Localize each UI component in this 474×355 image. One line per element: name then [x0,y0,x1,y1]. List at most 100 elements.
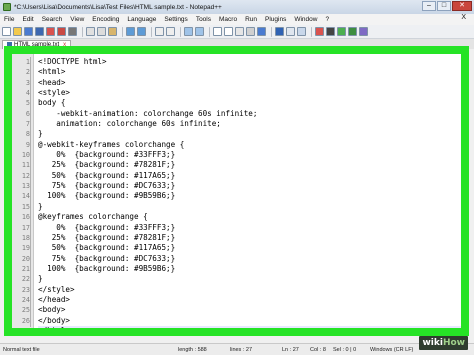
code-line[interactable]: <head> [38,78,461,88]
close-file-icon[interactable] [46,27,55,36]
code-line[interactable]: </html> [38,325,461,328]
run-macro-multiple-icon[interactable] [348,27,357,36]
menu-macro[interactable]: Macro [215,16,241,23]
code-line[interactable]: animation: colorchange 60s infinite; [38,119,461,129]
status-ln: Ln : 27 [282,347,299,353]
menu-help[interactable]: ? [321,16,333,23]
save-macro-icon[interactable] [359,27,368,36]
code-line[interactable]: </style> [38,285,461,295]
wikihow-watermark: wiki How [419,336,468,350]
toolbar-separator [311,26,312,37]
code-line[interactable]: 50% {background: #117A65;} [38,243,461,253]
menu-plugins[interactable]: Plugins [261,16,290,23]
toolbar [0,25,474,39]
close-all-icon[interactable] [57,27,66,36]
code-line[interactable]: 75% {background: #DC7633;} [38,181,461,191]
menu-edit[interactable]: Edit [18,16,37,23]
status-col: Col : 8 [310,347,326,353]
code-line[interactable]: } [38,274,461,284]
toolbar-separator [209,26,210,37]
sync-horizontal-icon[interactable] [224,27,233,36]
code-line[interactable]: @-webkit-keyframes colorchange { [38,140,461,150]
zoom-in-icon[interactable] [184,27,193,36]
window-controls: – □ ✕ [422,1,472,11]
save-icon[interactable] [24,27,33,36]
record-macro-icon[interactable] [315,27,324,36]
notepadpp-app-icon [3,3,11,11]
sync-vertical-icon[interactable] [213,27,222,36]
code-line[interactable]: -webkit-animation: colorchange 60s infin… [38,109,461,119]
code-line[interactable]: 25% {background: #78281F;} [38,233,461,243]
code-line[interactable]: } [38,129,461,139]
folder-workspace-icon[interactable] [297,27,306,36]
word-wrap-icon[interactable] [235,27,244,36]
code-line[interactable]: 100% {background: #9B59B6;} [38,264,461,274]
print-icon[interactable] [68,27,77,36]
watermark-how: How [442,338,465,348]
menu-view[interactable]: View [66,16,88,23]
menu-encoding[interactable]: Encoding [88,16,123,23]
menu-bar: File Edit Search View Encoding Language … [0,14,474,25]
maximize-button[interactable]: □ [437,1,451,11]
doc-map-icon[interactable] [275,27,284,36]
code-line[interactable]: <body> [38,305,461,315]
menu-settings[interactable]: Settings [160,16,192,23]
code-line[interactable]: @keyframes colorchange { [38,212,461,222]
close-document-icon[interactable]: X [457,14,470,21]
code-line[interactable]: 50% {background: #117A65;} [38,171,461,181]
open-file-icon[interactable] [13,27,22,36]
function-list-icon[interactable] [286,27,295,36]
toolbar-separator [122,26,123,37]
copy-icon[interactable] [97,27,106,36]
code-line[interactable]: 25% {background: #78281F;} [38,160,461,170]
menu-language[interactable]: Language [123,16,160,23]
minimize-button[interactable]: – [422,1,436,11]
code-line[interactable]: 75% {background: #DC7633;} [38,254,461,264]
cut-icon[interactable] [86,27,95,36]
status-length: length : 588 [178,347,207,353]
replace-icon[interactable] [166,27,175,36]
highlighted-editor-area: 1 2 3 4 5 6 7 8 9 10 11 12 13 14 15 16 17 18 19 20 21 22 23 24 2… [4,46,469,336]
code-text-area[interactable]: <!DOCTYPE html> <html> <head> <style> body {… [30,54,461,328]
toolbar-separator [82,26,83,37]
window-title: *C:\Users\Lisa\Documents\Lisa\Test Files… [14,3,222,11]
menu-tools[interactable]: Tools [192,16,215,23]
indent-guide-icon[interactable] [257,27,266,36]
code-line[interactable]: <!DOCTYPE html> [38,57,461,67]
menu-window[interactable]: Window [290,16,321,23]
undo-icon[interactable] [126,27,135,36]
play-macro-icon[interactable] [337,27,346,36]
code-line[interactable]: </head> [38,295,461,305]
show-all-chars-icon[interactable] [246,27,255,36]
menu-file[interactable]: File [0,16,18,23]
code-line[interactable]: <html> [38,67,461,77]
line-number: 27 [21,326,30,335]
title-bar: *C:\Users\Lisa\Documents\Lisa\Test Files… [0,0,474,14]
status-eol: Windows (CR LF) [370,347,414,353]
find-icon[interactable] [155,27,164,36]
code-line[interactable]: <style> [38,88,461,98]
code-editor[interactable]: 1 2 3 4 5 6 7 8 9 10 11 12 13 14 15 16 17 18 19 20 21 22 23 24 2… [12,54,461,328]
status-sel: Sel : 0 | 0 [333,347,357,353]
new-file-icon[interactable] [2,27,11,36]
status-lines: lines : 27 [230,347,253,353]
code-line[interactable]: 0% {background: #33FFF3;} [38,223,461,233]
code-line[interactable]: 100% {background: #9B59B6;} [38,191,461,201]
code-line[interactable]: </body> [38,316,461,326]
zoom-out-icon[interactable] [195,27,204,36]
stop-macro-icon[interactable] [326,27,335,36]
code-line[interactable]: } [38,202,461,212]
paste-icon[interactable] [108,27,117,36]
redo-icon[interactable] [137,27,146,36]
save-all-icon[interactable] [35,27,44,36]
close-window-button[interactable]: ✕ [452,1,472,11]
code-line[interactable]: body { [38,98,461,108]
menu-run[interactable]: Run [241,16,261,23]
status-file-type: Normal text file [3,347,40,353]
toolbar-separator [180,26,181,37]
toolbar-separator [151,26,152,37]
toolbar-separator [271,26,272,37]
code-line[interactable]: 0% {background: #33FFF3;} [38,150,461,160]
watermark-wiki: wiki [422,338,443,348]
menu-search[interactable]: Search [38,16,67,23]
